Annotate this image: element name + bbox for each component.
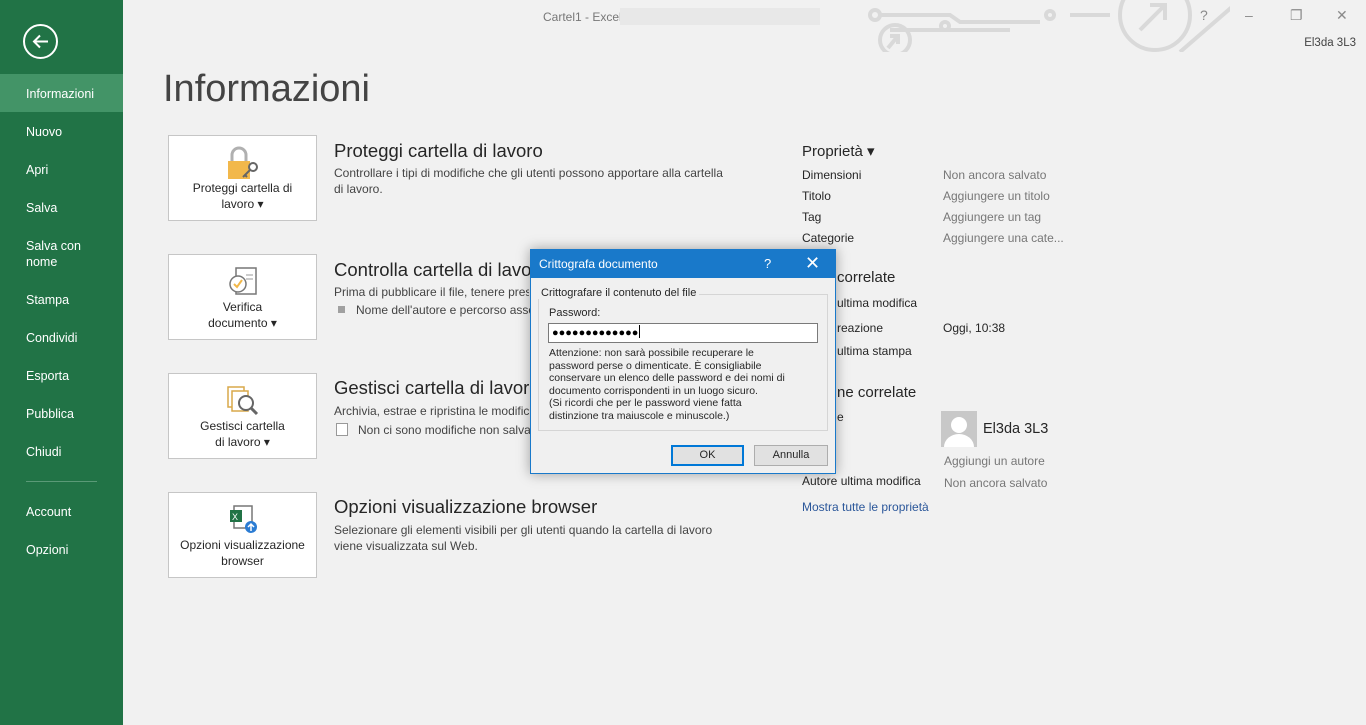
cancel-button[interactable]: Annulla bbox=[754, 445, 828, 466]
nav-nuovo[interactable]: Nuovo bbox=[0, 124, 123, 140]
date-label-created: reazione bbox=[837, 321, 884, 335]
nav-opzioni[interactable]: Opzioni bbox=[0, 542, 123, 558]
sidebar-divider bbox=[26, 481, 97, 482]
inspect-title: Controlla cartella di lavoro bbox=[334, 259, 548, 280]
dialog-titlebar[interactable]: Crittografa documento ? ✕ bbox=[531, 250, 835, 278]
nav-account[interactable]: Account bbox=[0, 504, 123, 520]
prop-label-size: Dimensioni bbox=[802, 168, 862, 182]
nav-chiudi[interactable]: Chiudi bbox=[0, 444, 123, 460]
password-warning: Attenzione: non sarà possibile recuperar… bbox=[549, 347, 785, 422]
date-label-printed: ultima stampa bbox=[837, 344, 912, 358]
manage-title: Gestisci cartella di lavoro bbox=[334, 377, 540, 398]
manage-workbook-button[interactable]: Gestisci cartella di lavoro ▾ bbox=[168, 373, 317, 459]
last-modified-by-value: Non ancora salvato bbox=[944, 476, 1048, 490]
inspect-document-button[interactable]: Verifica documento ▾ bbox=[168, 254, 317, 340]
circuit-decoration bbox=[868, 0, 1230, 52]
card-label: Gestisci cartella di lavoro ▾ bbox=[200, 419, 285, 449]
svg-text:X: X bbox=[232, 512, 238, 522]
author-label: e bbox=[837, 410, 844, 424]
nav-salva-con-nome[interactable]: Salva con nome bbox=[0, 238, 100, 270]
prop-label-title: Titolo bbox=[802, 189, 831, 203]
encrypt-document-dialog: Crittografa documento ? ✕ Crittografare … bbox=[530, 249, 836, 474]
document-icon bbox=[336, 423, 348, 436]
browser-description: Selezionare gli elementi visibili per gl… bbox=[334, 523, 713, 553]
card-label: Verifica documento ▾ bbox=[208, 300, 277, 330]
prop-label-tag: Tag bbox=[802, 210, 822, 224]
back-button[interactable] bbox=[23, 24, 58, 59]
prop-value-categories[interactable]: Aggiungere una cate... bbox=[943, 231, 1064, 245]
properties-header[interactable]: Proprietà ▾ bbox=[802, 142, 875, 160]
encrypt-group-title: Crittografare il contenuto del file bbox=[538, 287, 700, 299]
add-author-field[interactable]: Aggiungi un autore bbox=[944, 454, 1045, 468]
window-title: Cartel1 - Excel bbox=[543, 10, 622, 24]
page-title: Informazioni bbox=[163, 68, 370, 110]
person-icon bbox=[944, 417, 974, 447]
nav-informazioni[interactable]: Informazioni bbox=[0, 74, 123, 112]
card-label: Proteggi cartella di lavoro ▾ bbox=[192, 181, 293, 211]
protect-workbook-button[interactable]: Proteggi cartella di lavoro ▾ bbox=[168, 135, 317, 221]
inspect-bullet: Nome dell'autore e percorso asso bbox=[338, 303, 535, 317]
protect-description: Controllare i tipi di modifiche che gli … bbox=[334, 166, 723, 196]
nav-apri[interactable]: Apri bbox=[0, 162, 123, 178]
nav-condividi[interactable]: Condividi bbox=[0, 330, 123, 346]
password-label: Password: bbox=[549, 307, 601, 319]
dialog-title: Crittografa documento bbox=[539, 257, 658, 271]
dialog-close-button[interactable]: ✕ bbox=[805, 253, 820, 274]
minimize-button[interactable]: – bbox=[1245, 7, 1253, 23]
card-label: Opzioni visualizzazione browser bbox=[180, 538, 305, 568]
backstage-sidebar: Informazioni Nuovo Apri Salva Salva con … bbox=[0, 0, 123, 725]
related-people-header: ne correlate bbox=[837, 384, 917, 401]
related-dates-header: correlate bbox=[837, 269, 896, 286]
avatar bbox=[941, 411, 977, 447]
protect-title: Proteggi cartella di lavoro bbox=[334, 140, 543, 161]
password-mask: ●●●●●●●●●●●●● bbox=[552, 327, 639, 339]
prop-label-categories: Categorie bbox=[802, 231, 855, 245]
date-value-created: Oggi, 10:38 bbox=[943, 321, 1006, 335]
browser-view-options-button[interactable]: X Opzioni visualizzazione browser bbox=[168, 492, 317, 578]
bullet-icon bbox=[338, 306, 345, 313]
author-name[interactable]: El3da 3L3 bbox=[983, 421, 1048, 437]
password-input[interactable]: ●●●●●●●●●●●●● bbox=[548, 323, 818, 343]
show-all-properties-link[interactable]: Mostra tutte le proprietà bbox=[802, 500, 929, 514]
excel-browser-icon: X bbox=[230, 505, 257, 533]
last-modified-by-label: Autore ultima modifica bbox=[802, 474, 921, 488]
signed-in-user[interactable]: El3da 3L3 bbox=[1304, 37, 1356, 49]
arrow-left-icon bbox=[32, 34, 48, 49]
prop-value-title[interactable]: Aggiungere un titolo bbox=[943, 189, 1050, 203]
dialog-help-button[interactable]: ? bbox=[764, 256, 771, 271]
nav-stampa[interactable]: Stampa bbox=[0, 292, 123, 308]
manage-bullet: Non ci sono modifiche non salva bbox=[336, 423, 531, 437]
browser-title: Opzioni visualizzazione browser bbox=[334, 496, 598, 517]
blurred-region bbox=[620, 8, 820, 25]
manage-workbook-icon bbox=[227, 386, 259, 416]
date-label-modified: ultima modifica bbox=[837, 296, 918, 310]
prop-value-tag[interactable]: Aggiungere un tag bbox=[943, 210, 1041, 224]
nav-pubblica[interactable]: Pubblica bbox=[0, 406, 123, 422]
lock-key-icon bbox=[228, 146, 258, 179]
close-window-button[interactable]: ✕ bbox=[1336, 7, 1348, 24]
help-button[interactable]: ? bbox=[1200, 7, 1208, 23]
text-caret bbox=[639, 325, 641, 338]
manage-description: Archivia, estrae e ripristina le modific… bbox=[334, 404, 529, 418]
ok-button[interactable]: OK bbox=[671, 445, 744, 466]
nav-salva[interactable]: Salva bbox=[0, 200, 123, 216]
inspect-document-icon bbox=[229, 267, 257, 295]
nav-esporta[interactable]: Esporta bbox=[0, 368, 123, 384]
restore-button[interactable]: ❐ bbox=[1290, 7, 1303, 24]
prop-value-size: Non ancora salvato bbox=[943, 168, 1047, 182]
inspect-description: Prima di pubblicare il file, tenere pres bbox=[334, 285, 529, 299]
